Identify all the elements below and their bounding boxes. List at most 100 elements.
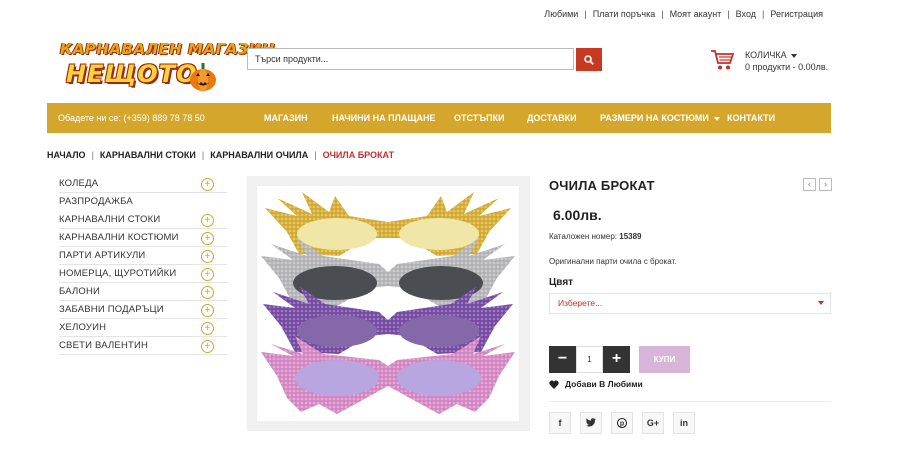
plus-icon[interactable]: +	[201, 250, 214, 263]
plus-icon[interactable]: +	[201, 340, 214, 353]
sidebar-item-costumes[interactable]: КАРНАВАЛНИ КОСТЮМИ +	[59, 229, 227, 247]
product-nav-arrows: ‹ ›	[800, 178, 832, 191]
top-link-register[interactable]: Регистрация	[770, 9, 823, 19]
sidebar-item-label: ЗАБАВНИ ПОДАРЪЦИ	[59, 304, 164, 315]
catalog-number-value: 15389	[619, 232, 642, 241]
sidebar-item-label: КОЛЕДА	[59, 178, 99, 189]
product-image-frame	[247, 176, 530, 431]
sidebar-item-balloons[interactable]: БАЛОНИ +	[59, 283, 227, 301]
add-to-wishlist[interactable]: Добави В Любими	[549, 379, 643, 389]
color-select-value: Изберете...	[558, 298, 603, 308]
sidebar-item-valentine[interactable]: СВЕТИ ВАЛЕНТИН +	[59, 337, 227, 355]
nav-item-discounts[interactable]: ОТСТЪПКИ	[454, 103, 505, 133]
svg-text:p: p	[620, 421, 624, 428]
twitter-icon[interactable]	[580, 412, 602, 434]
product-description: Оригинални парти очила с брокат.	[549, 257, 677, 266]
product-price: 6.00лв.	[553, 207, 602, 223]
chevron-left-icon[interactable]: ‹	[803, 178, 816, 191]
caret-down-icon	[818, 301, 824, 305]
nav-item-delivery[interactable]: ДОСТАВКИ	[527, 103, 577, 133]
search-icon	[584, 54, 594, 65]
top-links: Любими | Плати поръчка | Моят акаунт | Вход…	[544, 9, 823, 19]
separator: |	[314, 150, 317, 160]
top-link-checkout[interactable]: Плати поръчка	[593, 9, 656, 19]
plus-icon[interactable]: +	[201, 232, 214, 245]
sidebar-item-halloween[interactable]: ХЕЛОУИН +	[59, 319, 227, 337]
breadcrumb-carnival-goods[interactable]: КАРНАВАЛНИ СТОКИ	[100, 150, 196, 160]
breadcrumb: НАЧАЛО | КАРНАВАЛНИ СТОКИ | КАРНАВАЛНИ ОЧИ…	[47, 150, 394, 160]
category-sidebar: КОЛЕДА + РАЗПРОДАЖБА КАРНАВАЛНИ СТОКИ + КА…	[59, 175, 227, 355]
plus-icon[interactable]: +	[201, 322, 214, 335]
separator: |	[201, 150, 205, 160]
sidebar-item-label: НОМЕРЦА, ЩУРОТИЙКИ	[59, 268, 177, 279]
sidebar-item-label: ПАРТИ АРТИКУЛИ	[59, 250, 146, 261]
facebook-icon[interactable]: f	[549, 412, 571, 434]
plus-icon[interactable]: +	[201, 214, 214, 227]
caret-down-icon	[713, 116, 720, 121]
glitter-glasses-image	[261, 192, 515, 414]
divider	[549, 401, 831, 402]
sidebar-item-party[interactable]: ПАРТИ АРТИКУЛИ +	[59, 247, 227, 265]
logo[interactable]: КАРНАВАЛЕН МАГАЗИН НЕЩОТО	[60, 40, 275, 96]
sidebar-item-christmas[interactable]: КОЛЕДА +	[59, 175, 227, 193]
buy-button[interactable]: КУПИ	[639, 346, 690, 373]
quantity-increase-button[interactable]: +	[603, 346, 630, 373]
breadcrumb-current: ОЧИЛА БРОКАТ	[322, 150, 395, 160]
breadcrumb-carnival-glasses[interactable]: КАРНАВАЛНИ ОЧИЛА	[210, 150, 308, 160]
phone-number: Обадете ни се: (+359) 889 78 78 50	[58, 113, 205, 123]
caret-down-icon	[791, 53, 798, 58]
color-select[interactable]: Изберете...	[549, 293, 831, 314]
separator: |	[584, 9, 587, 19]
sidebar-item-sale[interactable]: РАЗПРОДАЖБА	[59, 193, 227, 211]
heart-icon	[549, 380, 559, 389]
sidebar-item-label: КАРНАВАЛНИ КОСТЮМИ	[59, 232, 179, 243]
quantity-decrease-button[interactable]: −	[549, 346, 576, 373]
quantity-input[interactable]: 1	[576, 346, 603, 373]
google-plus-icon[interactable]: G+	[642, 412, 664, 434]
plus-icon[interactable]: +	[201, 268, 214, 281]
sidebar-item-carnival-goods[interactable]: КАРНАВАЛНИ СТОКИ +	[59, 211, 227, 229]
cart-dropdown[interactable]: КОЛИЧКА	[745, 50, 798, 60]
sidebar-item-label: РАЗПРОДАЖБА	[59, 196, 133, 207]
logo-line1: КАРНАВАЛЕН МАГАЗИН	[60, 40, 276, 58]
separator: |	[762, 9, 765, 19]
sidebar-item-label: КАРНАВАЛНИ СТОКИ	[59, 214, 161, 225]
sidebar-item-gags[interactable]: НОМЕРЦА, ЩУРОТИЙКИ +	[59, 265, 227, 283]
nav-item-sizes[interactable]: РАЗМЕРИ НА КОСТЮМИ	[600, 103, 720, 133]
sidebar-item-label: СВЕТИ ВАЛЕНТИН	[59, 340, 149, 351]
sidebar-item-gifts[interactable]: ЗАБАВНИ ПОДАРЪЦИ +	[59, 301, 227, 319]
pinterest-icon[interactable]: p	[611, 412, 633, 434]
top-link-account[interactable]: Моят акаунт	[670, 9, 722, 19]
cart-summary: 0 продукти - 0.00лв.	[745, 62, 829, 72]
cart-icon[interactable]	[710, 49, 734, 71]
top-link-login[interactable]: Вход	[736, 9, 756, 19]
separator: |	[91, 150, 94, 160]
sidebar-item-label: ХЕЛОУИН	[59, 322, 107, 333]
search-button[interactable]	[576, 48, 602, 71]
product-image[interactable]	[257, 186, 519, 421]
pumpkin-icon	[190, 63, 216, 91]
product-title: ОЧИЛА БРОКАТ	[549, 178, 655, 193]
nav-item-sizes-label: РАЗМЕРИ НА КОСТЮМИ	[600, 113, 709, 123]
separator: |	[727, 9, 730, 19]
plus-icon[interactable]: +	[201, 304, 214, 317]
linkedin-icon[interactable]: in	[673, 412, 695, 434]
wishlist-label: Добави В Любими	[565, 379, 643, 389]
logo-line2: НЕЩОТО	[66, 60, 198, 88]
main-nav: Обадете ни се: (+359) 889 78 78 50 МАГАЗ…	[47, 103, 831, 133]
catalog-number: Каталожен номер: 15389	[549, 232, 642, 241]
search-input[interactable]: Търси продукти...	[247, 48, 574, 70]
plus-icon[interactable]: +	[201, 286, 214, 299]
plus-icon[interactable]: +	[201, 178, 214, 191]
nav-item-contacts[interactable]: КОНТАКТИ	[727, 103, 775, 133]
nav-item-payment[interactable]: НАЧИНИ НА ПЛАЩАНЕ	[332, 103, 436, 133]
color-label: Цвят	[549, 277, 574, 288]
nav-item-shop[interactable]: МАГАЗИН	[264, 103, 308, 133]
pinterest-p-icon: p	[616, 417, 628, 429]
chevron-right-icon[interactable]: ›	[819, 178, 832, 191]
separator: |	[661, 9, 664, 19]
top-link-favorites[interactable]: Любими	[544, 9, 578, 19]
catalog-number-label: Каталожен номер:	[549, 232, 618, 241]
breadcrumb-home[interactable]: НАЧАЛО	[47, 150, 86, 160]
cart-label: КОЛИЧКА	[745, 50, 787, 60]
